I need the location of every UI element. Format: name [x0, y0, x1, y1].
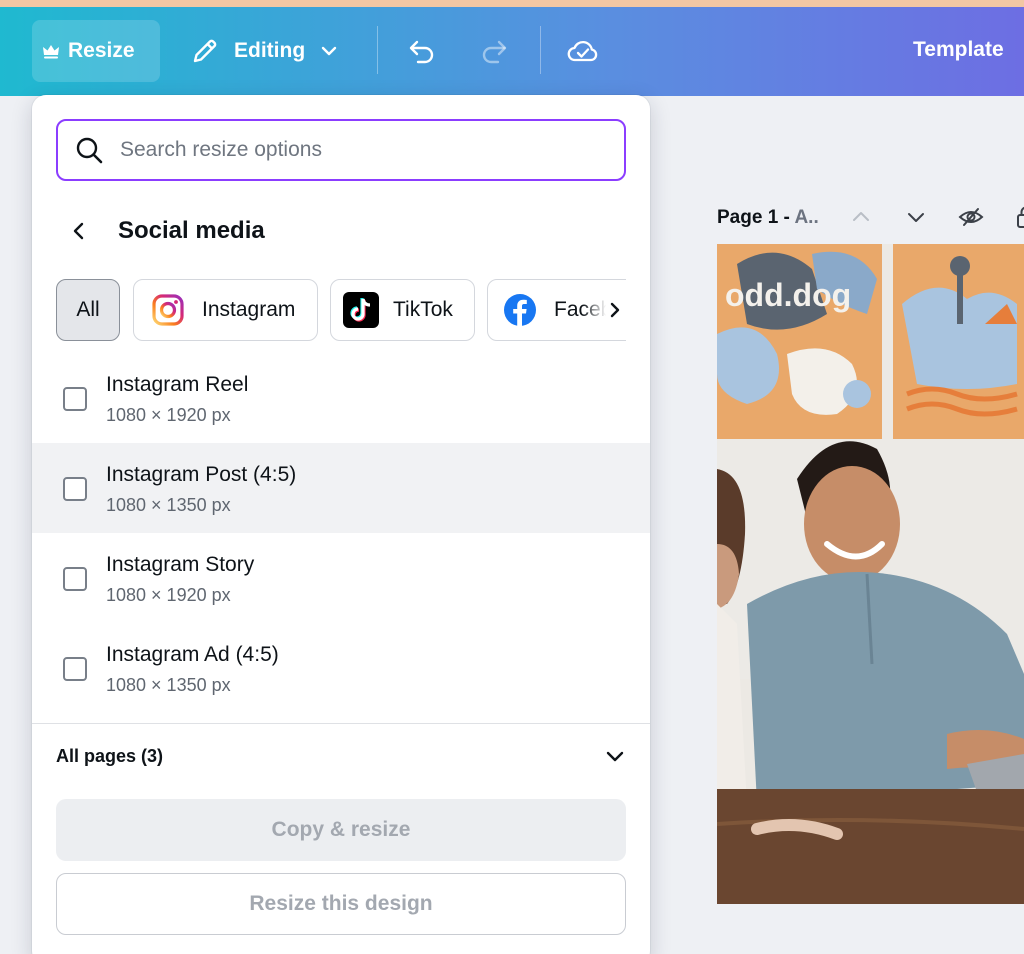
crown-icon	[43, 45, 59, 59]
section-title: Social media	[118, 217, 265, 244]
chip-label: TikTok	[393, 298, 453, 321]
search-icon	[76, 137, 103, 164]
top-accent-strip	[0, 0, 1024, 7]
option-checkbox[interactable]	[63, 657, 87, 681]
wooden-table	[717, 789, 1024, 904]
chevron-up-icon[interactable]	[848, 204, 874, 230]
lock-icon[interactable]	[1013, 204, 1024, 230]
redo-icon[interactable]	[477, 34, 511, 68]
section-header: Social media	[68, 213, 265, 249]
template-button[interactable]: Template	[913, 38, 1004, 62]
page-header: Page 1 - A..	[717, 198, 1024, 238]
resize-button[interactable]: Resize	[32, 20, 160, 82]
facebook-logo-icon	[504, 294, 536, 326]
editing-mode-button[interactable]: Editing	[190, 20, 339, 82]
chip-all[interactable]: All	[56, 279, 120, 341]
chevron-down-icon	[321, 46, 337, 56]
poster-sign-text: odd.dog	[725, 277, 851, 313]
page-number-label: Page 1 -	[717, 207, 795, 228]
design-page-photo[interactable]: odd.dog	[717, 244, 1024, 904]
undo-icon[interactable]	[405, 34, 439, 68]
editing-button-label: Editing	[234, 39, 306, 62]
option-size: 1080 × 1920 px	[106, 585, 231, 605]
category-chips: All Instagram TikTok	[56, 279, 626, 343]
chips-scroll-next[interactable]	[582, 280, 626, 340]
toolbar-divider	[540, 26, 541, 74]
resize-this-design-button[interactable]: Resize this design	[56, 873, 626, 935]
search-input[interactable]	[120, 138, 624, 162]
panel-divider	[32, 723, 650, 724]
tiktok-logo-icon	[343, 292, 379, 328]
chip-label: Instagram	[202, 298, 296, 321]
option-size: 1080 × 1350 px	[106, 495, 231, 515]
resize-options-list: Instagram Reel 1080 × 1920 px Instagram …	[32, 353, 650, 713]
page-name-truncated: A..	[794, 207, 819, 228]
option-name: Instagram Story	[106, 553, 255, 576]
pencil-icon	[193, 39, 217, 63]
pages-selector-label: All pages (3)	[56, 745, 164, 766]
resize-panel: Social media All Instagram	[32, 95, 650, 954]
chip-instagram[interactable]: Instagram	[133, 279, 318, 341]
option-size: 1080 × 1920 px	[106, 405, 231, 425]
chevron-down-icon[interactable]	[903, 204, 929, 230]
pages-selector[interactable]: All pages (3)	[56, 741, 626, 771]
toolbar-divider	[377, 26, 378, 74]
chevron-right-icon	[610, 302, 620, 318]
resize-button-label: Resize	[68, 39, 135, 62]
option-size: 1080 × 1350 px	[106, 675, 231, 695]
page-title[interactable]: Page 1 - A..	[717, 207, 819, 229]
copy-and-resize-button[interactable]: Copy & resize	[56, 799, 626, 861]
back-chevron-icon[interactable]	[68, 220, 90, 242]
chip-label: All	[76, 298, 100, 321]
list-item[interactable]: Instagram Ad (4:5) 1080 × 1350 px	[32, 623, 650, 713]
hide-eye-icon[interactable]	[958, 204, 984, 230]
option-checkbox[interactable]	[63, 477, 87, 501]
search-box	[56, 119, 626, 181]
option-name: Instagram Post (4:5)	[106, 463, 297, 486]
option-checkbox[interactable]	[63, 567, 87, 591]
list-item[interactable]: Instagram Reel 1080 × 1920 px	[32, 353, 650, 443]
option-name: Instagram Reel	[106, 373, 249, 396]
option-checkbox[interactable]	[63, 387, 87, 411]
list-item[interactable]: Instagram Story 1080 × 1920 px	[32, 533, 650, 623]
list-item[interactable]: Instagram Post (4:5) 1080 × 1350 px	[32, 443, 650, 533]
option-name: Instagram Ad (4:5)	[106, 643, 279, 666]
cloud-saved-icon[interactable]	[566, 34, 600, 68]
chip-tiktok[interactable]: TikTok	[330, 279, 475, 341]
top-toolbar: Resize Editing Template	[0, 0, 1024, 96]
instagram-logo-icon	[152, 294, 184, 326]
office-photo-illustration: odd.dog	[717, 244, 1024, 904]
chevron-down-icon	[606, 751, 624, 762]
